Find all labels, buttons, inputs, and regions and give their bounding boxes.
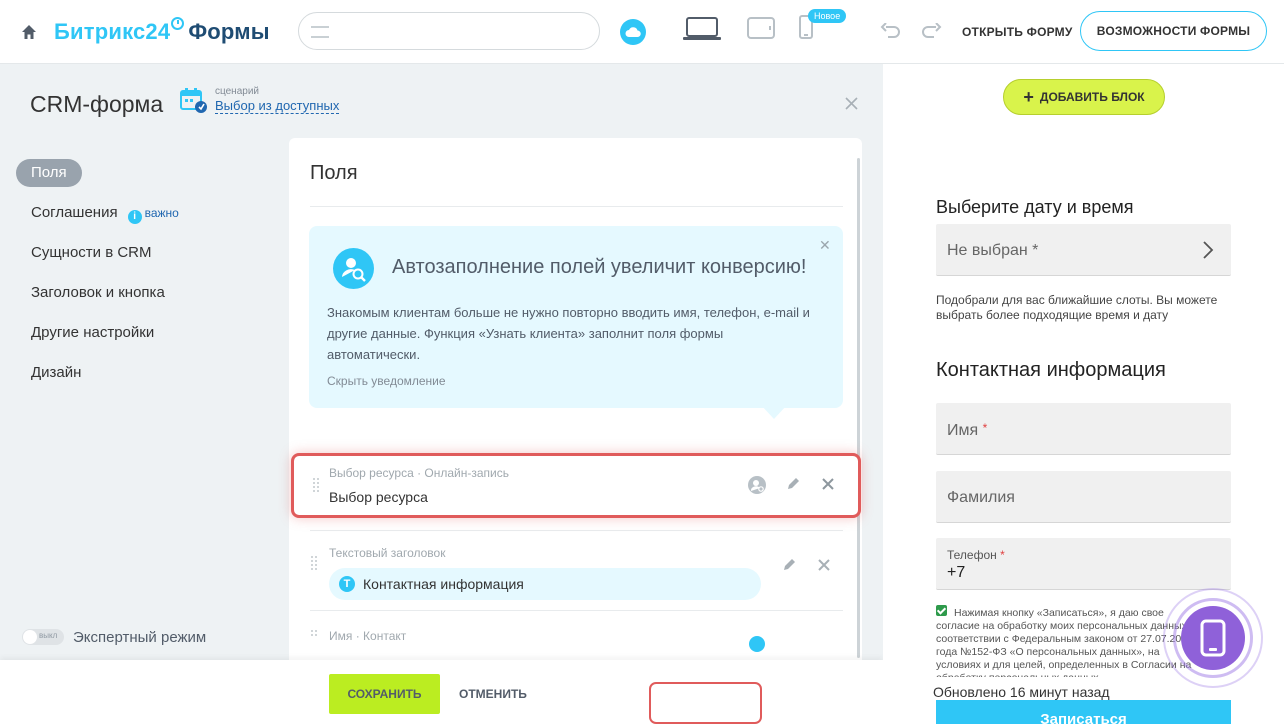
bubble-core — [1181, 606, 1245, 670]
expert-mode-label: Экспертный режим — [73, 629, 207, 646]
save-button[interactable]: СОХРАНИТЬ — [329, 674, 440, 714]
form-features-button[interactable]: ВОЗМОЖНОСТИ ФОРМЫ — [1080, 11, 1267, 51]
field-caption: Выбор ресурса · Онлайн-запись — [329, 466, 509, 480]
undo-icon[interactable] — [880, 23, 902, 41]
mobile-preview-bubble[interactable] — [1163, 588, 1263, 688]
important-badge[interactable]: i важно — [127, 198, 179, 228]
brand-name: Битрикс24 — [54, 19, 171, 44]
phone-label: Телефон * — [947, 548, 1005, 562]
phone-field[interactable]: Телефон * +7 — [936, 538, 1231, 590]
surname-placeholder: Фамилия — [947, 489, 1015, 506]
brand-product: Формы — [188, 19, 270, 44]
sidebar-item-label: Дизайн — [31, 364, 82, 381]
plus-icon: + — [1023, 87, 1034, 107]
edit-icon[interactable] — [786, 477, 800, 491]
notice-tail — [761, 405, 787, 419]
expert-mode-toggle[interactable]: выкл — [22, 629, 64, 645]
notice-text: Знакомым клиентам больше не нужно повтор… — [327, 305, 810, 362]
name-placeholder: Имя * — [947, 421, 988, 439]
fields-title: Поля — [310, 162, 358, 184]
autofill-notice: ✕ Автозаполнение полей увеличит конверси… — [309, 226, 843, 419]
sidebar-item-crm-entities[interactable]: Сущности в CRM — [16, 238, 266, 278]
chevron-right-icon — [1203, 241, 1214, 259]
drag-handle-icon[interactable] — [311, 556, 317, 570]
clock-icon — [171, 17, 185, 30]
info-icon: i — [127, 210, 142, 224]
field-row-name[interactable]: Имя · Контакт — [289, 610, 862, 660]
toggle-state-label: выкл — [39, 631, 58, 640]
laptop-view-icon[interactable] — [682, 17, 722, 41]
edit-icon[interactable] — [782, 558, 796, 572]
field-row-heading[interactable]: Текстовый заголовок T Контактная информа… — [289, 530, 862, 600]
fields-card: Поля ✕ Автозаполнение полей увеличит кон… — [289, 138, 862, 660]
text-type-icon: T — [339, 576, 355, 592]
submit-button[interactable]: Записаться — [936, 700, 1231, 724]
surname-field[interactable]: Фамилия — [936, 471, 1231, 523]
updated-status: Обновлено 16 минут назад — [933, 684, 1110, 700]
open-form-link[interactable]: ОТКРЫТЬ ФОРМУ — [962, 25, 1073, 39]
important-label: важно — [144, 206, 179, 220]
cancel-button[interactable]: ОТМЕНИТЬ — [459, 687, 527, 701]
date-time-select[interactable]: Не выбран * — [936, 224, 1231, 276]
top-bar: Битрикс24 Формы Новое ОТКРЫТЬ ФОРМУ ВОЗМО… — [0, 0, 1284, 64]
highlight-frame — [649, 682, 762, 724]
page-title: CRM-форма — [30, 91, 164, 117]
sidebar-item-design[interactable]: Дизайн — [16, 358, 266, 398]
close-icon[interactable] — [845, 97, 858, 110]
phone-icon — [1200, 619, 1226, 657]
field-value: Выбор ресурса — [329, 489, 428, 505]
notice-title: Автозаполнение полей увеличит конверсию! — [392, 256, 807, 278]
url-field[interactable] — [298, 12, 600, 50]
notice-close-icon[interactable]: ✕ — [819, 237, 831, 254]
divider — [310, 206, 843, 207]
delete-icon[interactable] — [822, 478, 834, 490]
hide-notice-link[interactable]: Скрыть уведомление — [327, 374, 446, 388]
sidebar-item-fields[interactable]: Поля — [16, 158, 266, 198]
scenario-link[interactable]: Выбор из доступных — [215, 98, 340, 114]
date-section-title: Выберите дату и время — [936, 197, 1134, 217]
redo-icon[interactable] — [920, 23, 942, 41]
user-identify-icon[interactable] — [749, 636, 765, 652]
home-icon[interactable] — [20, 23, 38, 41]
field-row-resource[interactable]: Выбор ресурса · Онлайн-запись Выбор ресу… — [291, 453, 861, 518]
brand-logo[interactable]: Битрикс24 Формы — [54, 17, 270, 45]
sidebar-item-label: Заголовок и кнопка — [31, 284, 165, 301]
sidebar-item-label: Сущности в CRM — [31, 244, 152, 261]
sidebar-item-header-button[interactable]: Заголовок и кнопка — [16, 278, 266, 318]
name-field[interactable]: Имя * — [936, 403, 1231, 455]
drag-handle-icon[interactable] — [311, 630, 317, 644]
date-hint: Подобрали для вас ближайшие слоты. Вы мо… — [936, 293, 1218, 322]
bottom-action-bar: СОХРАНИТЬ ОТМЕНИТЬ — [0, 660, 883, 724]
heading-chip: T Контактная информация — [329, 568, 761, 600]
sidebar-item-agreements[interactable]: Соглашения i важно — [16, 198, 266, 238]
cloud-icon — [625, 27, 641, 37]
new-badge: Новое — [808, 9, 847, 23]
field-caption: Текстовый заголовок — [329, 546, 446, 560]
contact-section-title: Контактная информация — [936, 359, 1166, 381]
calendar-scenario-icon — [180, 88, 207, 113]
user-search-icon — [333, 248, 374, 289]
user-identify-icon[interactable] — [748, 476, 766, 494]
sidebar-item-label: Другие настройки — [31, 324, 155, 341]
cloud-save-button[interactable] — [620, 19, 646, 45]
field-value: Контактная информация — [363, 576, 524, 592]
sidebar-nav: Поля Соглашения i важно Сущности в CRM Заг… — [16, 158, 266, 398]
phone-value: +7 — [947, 564, 966, 581]
sidebar-item-label: Поля — [16, 159, 82, 187]
field-caption: Имя · Контакт — [329, 629, 407, 643]
add-block-label: ДОБАВИТЬ БЛОК — [1039, 90, 1145, 104]
sidebar-item-label: Соглашения — [31, 204, 118, 221]
sidebar-item-other-settings[interactable]: Другие настройки — [16, 318, 266, 358]
add-block-button[interactable]: + ДОБАВИТЬ БЛОК — [1003, 79, 1165, 115]
scenario-caption: сценарий — [215, 86, 259, 97]
page-favicon-icon — [311, 26, 329, 38]
drag-handle-icon[interactable] — [313, 478, 319, 492]
tablet-view-icon[interactable] — [747, 17, 775, 39]
date-placeholder: Не выбран * — [947, 242, 1039, 259]
delete-icon[interactable] — [818, 559, 830, 571]
